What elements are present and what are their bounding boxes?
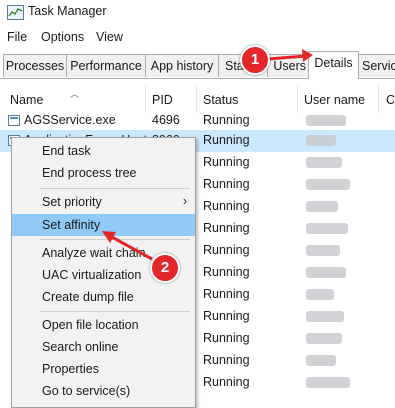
annotation-arrow-2 xyxy=(109,234,153,261)
annotation-badge-2: 2 xyxy=(150,253,180,283)
annotation-arrows xyxy=(102,49,313,261)
arrowhead-icon xyxy=(302,49,313,62)
annotation-arrow-1 xyxy=(267,54,307,61)
annotation-badge-1: 1 xyxy=(240,45,270,75)
